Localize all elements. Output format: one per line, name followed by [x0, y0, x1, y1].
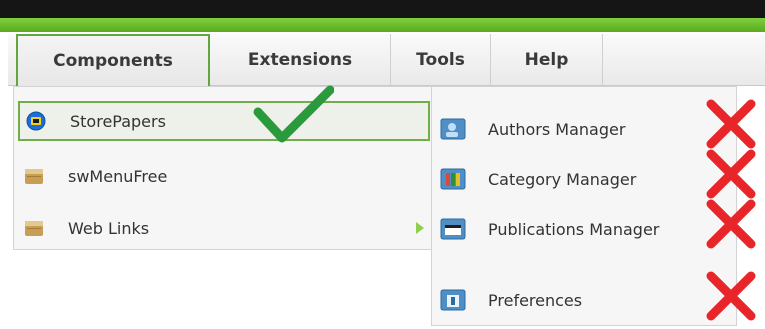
- submenu-item-publications-manager-label: Publications Manager: [488, 219, 660, 239]
- component-box-icon: [25, 221, 43, 236]
- menu-item-swmenufree[interactable]: swMenuFree: [18, 156, 430, 196]
- menu-tab-help[interactable]: Help: [491, 34, 603, 86]
- menu-item-storepapers[interactable]: StorePapers: [18, 101, 430, 141]
- menu-tab-extensions-label: Extensions: [247, 50, 353, 70]
- submenu-item-preferences[interactable]: Preferences: [432, 280, 736, 320]
- users-icon: [440, 118, 466, 140]
- menu-tab-tools-label: Tools: [416, 50, 465, 70]
- menu-tab-help-label: Help: [524, 50, 569, 70]
- header-dark-bar: [0, 0, 765, 18]
- component-box-icon: [25, 169, 43, 184]
- menu-item-storepapers-label: StorePapers: [70, 111, 166, 131]
- storepapers-icon: [26, 111, 46, 131]
- header-green-bar: [0, 18, 765, 32]
- menu-item-web-links-label: Web Links: [68, 218, 150, 238]
- menu-tab-components-label: Components: [53, 51, 173, 71]
- submenu-item-authors-manager-label: Authors Manager: [488, 119, 626, 139]
- preferences-icon: [440, 289, 466, 311]
- menu-item-swmenufree-label: swMenuFree: [68, 166, 168, 186]
- storepapers-submenu: Authors Manager Category Manager Publica…: [431, 86, 737, 326]
- main-menubar: Components Extensions Tools Help: [8, 34, 765, 86]
- category-icon: [440, 168, 466, 190]
- components-dropdown-menu: StorePapers swMenuFree Web Links: [13, 86, 433, 250]
- publications-icon: [440, 218, 466, 240]
- menu-tab-extensions[interactable]: Extensions: [210, 34, 391, 86]
- menu-item-web-links[interactable]: Web Links: [18, 208, 430, 248]
- submenu-arrow-icon: [416, 222, 424, 234]
- submenu-item-category-manager[interactable]: Category Manager: [432, 159, 736, 199]
- submenu-item-publications-manager[interactable]: Publications Manager: [432, 209, 736, 249]
- submenu-item-preferences-label: Preferences: [488, 290, 583, 310]
- menu-tab-components[interactable]: Components: [16, 34, 210, 86]
- menu-tab-tools[interactable]: Tools: [391, 34, 491, 86]
- submenu-item-authors-manager[interactable]: Authors Manager: [432, 109, 736, 149]
- submenu-item-category-manager-label: Category Manager: [488, 169, 637, 189]
